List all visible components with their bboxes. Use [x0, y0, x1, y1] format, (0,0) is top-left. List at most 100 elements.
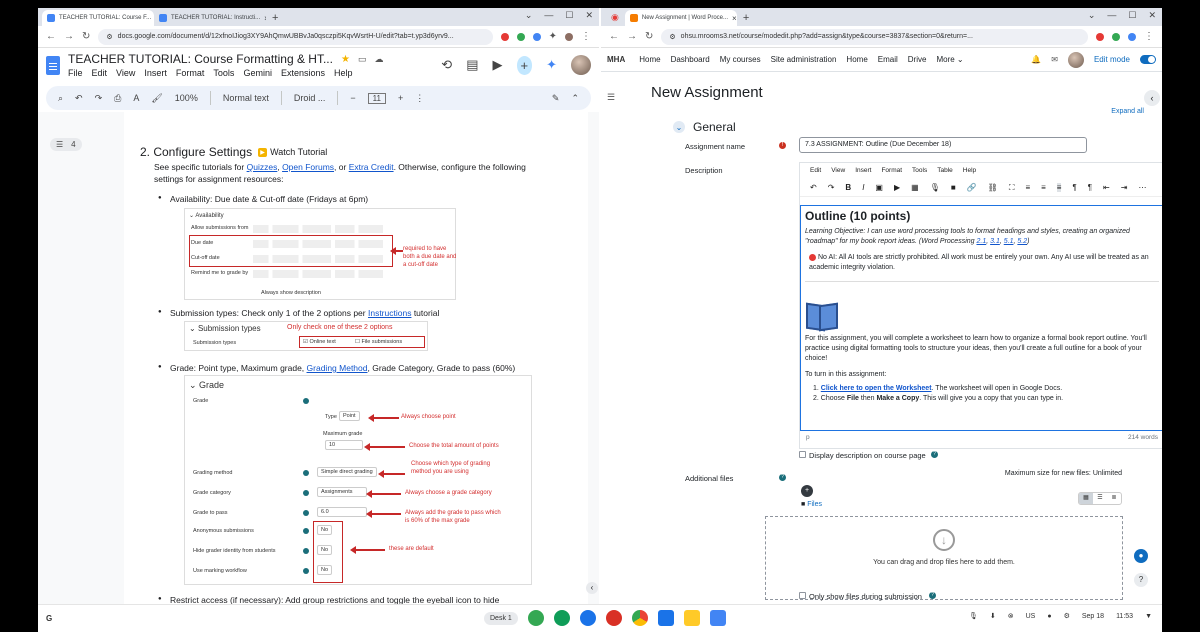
edit-mode-toggle[interactable] [1140, 55, 1156, 64]
messages-icon[interactable]: ✉ [1051, 55, 1058, 64]
extension-icon[interactable] [1112, 32, 1120, 41]
menu-insert[interactable]: Insert [144, 68, 167, 78]
align-left-icon[interactable]: ≡ [1025, 183, 1030, 192]
collapse-menus-icon[interactable]: ⌃ [571, 93, 579, 104]
chrome-menu-icon[interactable]: ⋮ [1144, 31, 1154, 42]
font-select[interactable]: Droid ... [294, 93, 326, 103]
close-window-icon[interactable]: ✕ [1148, 10, 1156, 21]
editor-menu-help[interactable]: Help [963, 167, 976, 175]
quizzes-link[interactable]: Quizzes [247, 162, 278, 172]
objective-link-3-1[interactable]: 3.1 [990, 238, 1000, 245]
italic-icon[interactable]: I [862, 183, 864, 192]
extensions-puzzle-icon[interactable]: ✦ [549, 31, 557, 42]
editor-menu-table[interactable]: Table [937, 167, 953, 175]
block-drawer-toggle-icon[interactable]: ‹ [1144, 90, 1160, 106]
forward-icon[interactable]: → [64, 31, 74, 42]
editor-content-area[interactable]: Outline (10 points) Learning Objective: … [800, 205, 1162, 431]
comment-icon[interactable]: ▤ [466, 57, 478, 73]
tab-search-icon[interactable]: ⌄ [525, 10, 533, 21]
nav-more[interactable]: More ⌄ [936, 55, 963, 64]
redo-icon[interactable]: ↷ [828, 183, 835, 192]
menu-gemini[interactable]: Gemini [243, 68, 272, 78]
document-outline-button[interactable]: ☰ 4 [50, 138, 82, 151]
undo-icon[interactable]: ↶ [810, 183, 817, 192]
file-dropzone[interactable]: ↓ You can drag and drop files here to ad… [765, 516, 1123, 600]
new-tab-button[interactable]: + [737, 12, 755, 26]
redo-icon[interactable]: ↷ [95, 93, 103, 104]
only-show-files-checkbox[interactable] [799, 592, 806, 599]
tab-teacher-tutorial-instructions[interactable]: TEACHER TUTORIAL: Instructi... × [154, 10, 266, 26]
record-video-icon[interactable]: ■ [951, 183, 956, 192]
fullscreen-icon[interactable]: ⛶ [1009, 183, 1015, 193]
document-page[interactable]: 2. Configure Settings ▶ Watch Tutorial S… [124, 112, 588, 604]
media-icon[interactable]: ▶ [894, 183, 900, 192]
chrome-menu-icon[interactable]: ⋮ [581, 31, 591, 42]
site-brand[interactable]: MHA [607, 55, 625, 64]
open-forums-link[interactable]: Open Forums [282, 162, 334, 172]
tab-search-icon[interactable]: ⌄ [1088, 10, 1096, 21]
grading-method-link[interactable]: Grading Method [307, 363, 368, 373]
word-count[interactable]: 214 words [1128, 434, 1158, 444]
editor-menu-view[interactable]: View [831, 167, 845, 175]
document-title[interactable]: TEACHER TUTORIAL: Course Formatting & HT… [68, 52, 333, 66]
collapse-chevron-icon[interactable]: ⌄ [673, 121, 685, 133]
launcher-icon[interactable]: G [46, 614, 52, 623]
more-options-icon[interactable]: ⋮ [415, 93, 424, 104]
files-folder-link[interactable]: Files [807, 501, 822, 508]
general-section-header[interactable]: ⌄ General [673, 120, 736, 134]
share-people-icon[interactable]: + [516, 55, 533, 75]
instructions-link[interactable]: Instructions [368, 308, 411, 318]
bold-icon[interactable]: B [845, 183, 851, 192]
star-icon[interactable]: ★ [341, 54, 350, 65]
phone-app-icon[interactable] [528, 610, 544, 626]
decrease-font-size-icon[interactable]: − [350, 93, 355, 103]
menu-extensions[interactable]: Extensions [281, 68, 325, 78]
download-icon[interactable]: ⬇ [990, 612, 996, 620]
align-right-icon[interactable]: ≡ [1056, 183, 1062, 192]
link-icon[interactable]: 🔗 [967, 183, 977, 192]
undo-icon[interactable]: ↶ [75, 93, 83, 104]
profile-avatar[interactable] [565, 32, 573, 41]
files-app-icon[interactable] [658, 610, 674, 626]
split-scroll-icon[interactable]: ‹ [586, 582, 598, 594]
docs-logo-icon[interactable] [46, 55, 60, 75]
forward-icon[interactable]: → [627, 31, 637, 42]
objective-link-5-2[interactable]: 5.2 [1017, 238, 1027, 245]
editor-menu-insert[interactable]: Insert [855, 167, 871, 175]
back-icon[interactable]: ← [609, 31, 619, 42]
drive-app-icon[interactable] [684, 610, 700, 626]
new-tab-button[interactable]: + [266, 12, 284, 26]
menu-tools[interactable]: Tools [213, 68, 234, 78]
help-question-icon[interactable]: ? [1134, 573, 1148, 587]
ltr-icon[interactable]: ¶ [1072, 183, 1076, 192]
editing-mode-icon[interactable]: ✎ [552, 93, 560, 104]
editor-menu-edit[interactable]: Edit [810, 167, 821, 175]
close-circle-icon[interactable]: ⊗ [1008, 612, 1014, 620]
icon-view-icon[interactable]: ▦ [1079, 493, 1093, 504]
time-display[interactable]: 11:53 [1116, 613, 1133, 620]
tab-new-assignment[interactable]: New Assignment | Word Proce... × [624, 10, 737, 26]
maximize-icon[interactable]: ☐ [565, 10, 573, 21]
site-info-icon[interactable]: ⚙ [669, 33, 675, 41]
style-select[interactable]: Normal text [223, 93, 269, 103]
url-field[interactable]: ⚙ docs.google.com/document/d/12xfnoIJiog… [98, 28, 493, 45]
editor-menu-format[interactable]: Format [881, 167, 902, 175]
maximize-icon[interactable]: ☐ [1128, 10, 1136, 21]
nav-home[interactable]: Home [639, 55, 660, 64]
extension-icon[interactable] [500, 32, 509, 41]
add-file-button[interactable]: + [801, 485, 813, 497]
menu-edit[interactable]: Edit [92, 68, 108, 78]
notification-bell-icon[interactable]: 🔔 [1031, 55, 1041, 64]
nav-home-2[interactable]: Home [846, 55, 867, 64]
reload-icon[interactable]: ↻ [645, 31, 653, 42]
record-icon[interactable]: ◉ [605, 12, 625, 26]
extension-icon[interactable] [1128, 32, 1136, 41]
objective-link-2-1[interactable]: 2.1 [976, 238, 986, 245]
camera-app-icon[interactable] [580, 610, 596, 626]
drawer-toggle-icon[interactable]: ☰ [607, 92, 615, 103]
wifi-icon[interactable]: ▼ [1145, 613, 1152, 620]
open-worksheet-link[interactable]: Click here to open the Worksheet [821, 385, 932, 392]
extension-icon[interactable] [516, 32, 525, 41]
microphone-icon[interactable]: 🎙 [969, 612, 978, 620]
account-avatar[interactable] [571, 55, 591, 75]
